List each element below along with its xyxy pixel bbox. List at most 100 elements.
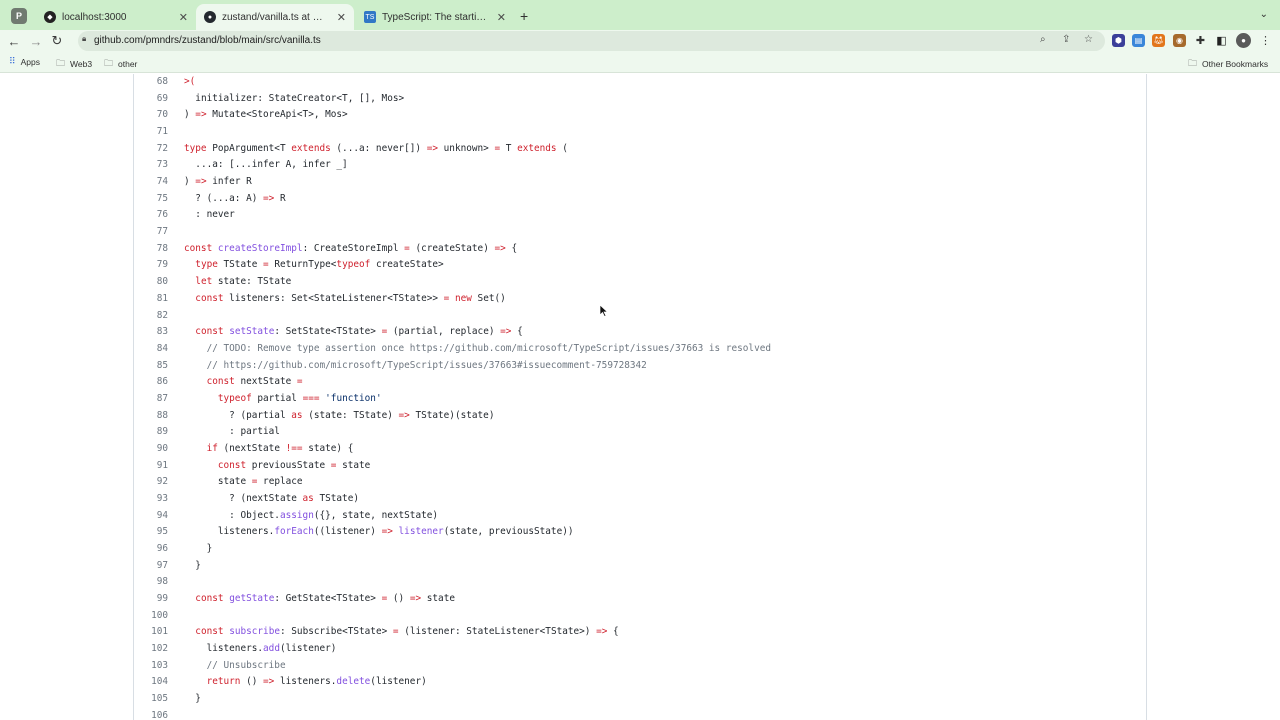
code-token: ) xyxy=(184,176,196,188)
code-token: type xyxy=(184,142,207,154)
line-number[interactable]: 87 xyxy=(134,391,168,407)
share-icon[interactable]: ⇪ xyxy=(1062,34,1070,45)
code-token: partial xyxy=(251,392,303,404)
line-number[interactable]: 89 xyxy=(134,424,168,440)
tab-localhost[interactable]: ◆ localhost:3000 ✕ xyxy=(36,4,196,30)
typescript-icon: TS xyxy=(364,11,376,23)
line-code: } xyxy=(184,558,201,574)
code-token: subscribe xyxy=(229,626,280,638)
line-number[interactable]: 104 xyxy=(134,674,168,690)
line-number[interactable]: 78 xyxy=(134,241,168,257)
line-number[interactable]: 102 xyxy=(134,641,168,657)
code-token: } xyxy=(195,559,201,571)
close-icon[interactable]: ✕ xyxy=(179,11,188,24)
code-line: 69 initializer: StateCreator<T, [], Mos> xyxy=(134,91,1146,107)
code-token: delete xyxy=(336,676,371,688)
line-number[interactable]: 98 xyxy=(134,574,168,590)
close-icon[interactable]: ✕ xyxy=(497,11,506,24)
code-token: ((listener) xyxy=(313,526,382,538)
line-number[interactable]: 100 xyxy=(134,608,168,624)
line-number[interactable]: 83 xyxy=(134,324,168,340)
sidebar-icon[interactable]: ◧ xyxy=(1215,34,1228,47)
metamask-icon[interactable]: 🦊︎ xyxy=(1152,34,1165,47)
star-icon[interactable]: ☆ xyxy=(1084,34,1093,45)
line-number[interactable]: 103 xyxy=(134,658,168,674)
close-icon[interactable]: ✕ xyxy=(337,11,346,24)
line-number[interactable]: 105 xyxy=(134,691,168,707)
line-number[interactable]: 96 xyxy=(134,541,168,557)
line-number[interactable]: 93 xyxy=(134,491,168,507)
reload-button[interactable]: ↻ xyxy=(48,32,66,50)
line-number[interactable]: 84 xyxy=(134,341,168,357)
new-tab-button[interactable]: + xyxy=(520,8,528,24)
code-line: 88 ? (partial as (state: TState) => TSta… xyxy=(134,408,1146,424)
code-line: 89 : partial xyxy=(134,424,1146,440)
code-viewer: 68 >(69 initializer: StateCreator<T, [], … xyxy=(133,74,1147,720)
other-bookmarks[interactable]: 🗀 Other Bookmarks xyxy=(1188,56,1268,72)
line-number[interactable]: 76 xyxy=(134,207,168,223)
code-token: if xyxy=(206,442,218,454)
line-number[interactable]: 79 xyxy=(134,257,168,273)
profile-tab-icon[interactable]: P xyxy=(11,8,27,24)
line-number[interactable]: 80 xyxy=(134,274,168,290)
line-number[interactable]: 70 xyxy=(134,107,168,123)
extension-icon[interactable]: ⬢ xyxy=(1112,34,1125,47)
line-number[interactable]: 97 xyxy=(134,558,168,574)
line-number[interactable]: 73 xyxy=(134,157,168,173)
tab-title: TypeScript: The starting point xyxy=(382,11,491,23)
code-token: () xyxy=(387,593,410,605)
line-number[interactable]: 75 xyxy=(134,191,168,207)
zoom-icon[interactable]: ⌕ xyxy=(1040,34,1046,45)
forward-button[interactable]: → xyxy=(27,32,45,50)
chevron-down-icon[interactable]: ⌄ xyxy=(1260,9,1268,20)
folder-icon: 🗀 xyxy=(104,58,114,68)
tab-github-vanilla[interactable]: ● zustand/vanilla.ts at main · pm ✕ xyxy=(196,4,354,30)
line-code: initializer: StateCreator<T, [], Mos> xyxy=(184,91,404,107)
back-button[interactable]: ← xyxy=(5,32,23,50)
code-token: () xyxy=(240,676,264,688)
code-token: unknown> xyxy=(438,142,495,154)
extension-icon[interactable]: ◉ xyxy=(1173,34,1186,47)
line-number[interactable]: 85 xyxy=(134,358,168,374)
line-number[interactable]: 91 xyxy=(134,458,168,474)
address-bar[interactable]: 🔒︎ github.com/pmndrs/zustand/blob/main/s… xyxy=(78,31,1105,51)
code-line: 71 xyxy=(134,124,1146,140)
code-token: previousState xyxy=(246,459,331,471)
line-number[interactable]: 74 xyxy=(134,174,168,190)
bookmark-web3[interactable]: 🗀 Web3 xyxy=(56,56,92,72)
line-number[interactable]: 72 xyxy=(134,141,168,157)
bookmark-apps[interactable]: ⠿ Apps xyxy=(9,56,40,67)
line-number[interactable]: 82 xyxy=(134,308,168,324)
code-token: (createState) xyxy=(409,242,495,254)
line-number[interactable]: 81 xyxy=(134,291,168,307)
puzzle-icon[interactable]: ✚ xyxy=(1194,34,1207,47)
lock-icon[interactable]: 🔒︎ xyxy=(82,34,86,44)
line-number[interactable]: 86 xyxy=(134,374,168,390)
code-token: createStoreImpl xyxy=(217,242,303,254)
line-number[interactable]: 90 xyxy=(134,441,168,457)
line-number[interactable]: 88 xyxy=(134,408,168,424)
extension-icon[interactable]: ▤ xyxy=(1132,34,1145,47)
code-token: forEach xyxy=(274,526,314,538)
code-token: === xyxy=(302,392,320,404)
code-token: (...a: never[]) xyxy=(330,142,427,154)
line-number[interactable]: 95 xyxy=(134,524,168,540)
line-number[interactable]: 106 xyxy=(134,708,168,720)
bookmark-other[interactable]: 🗀 other xyxy=(104,56,137,72)
code-token: = xyxy=(296,376,303,388)
line-number[interactable]: 92 xyxy=(134,474,168,490)
avatar[interactable]: ● xyxy=(1236,33,1251,48)
line-number[interactable]: 68 xyxy=(134,74,168,90)
menu-icon[interactable]: ⋮ xyxy=(1259,34,1272,47)
line-number[interactable]: 99 xyxy=(134,591,168,607)
code-token: as xyxy=(302,493,314,504)
line-number[interactable]: 69 xyxy=(134,91,168,107)
line-number[interactable]: 101 xyxy=(134,624,168,640)
line-number[interactable]: 94 xyxy=(134,508,168,524)
code-line: 75 ? (...a: A) => R xyxy=(134,191,1146,207)
line-number[interactable]: 71 xyxy=(134,124,168,140)
code-token: : SetState<TState> xyxy=(274,326,382,338)
line-code: : partial xyxy=(184,424,280,440)
tab-typescript[interactable]: TS TypeScript: The starting point ✕ xyxy=(356,4,514,30)
line-number[interactable]: 77 xyxy=(134,224,168,240)
